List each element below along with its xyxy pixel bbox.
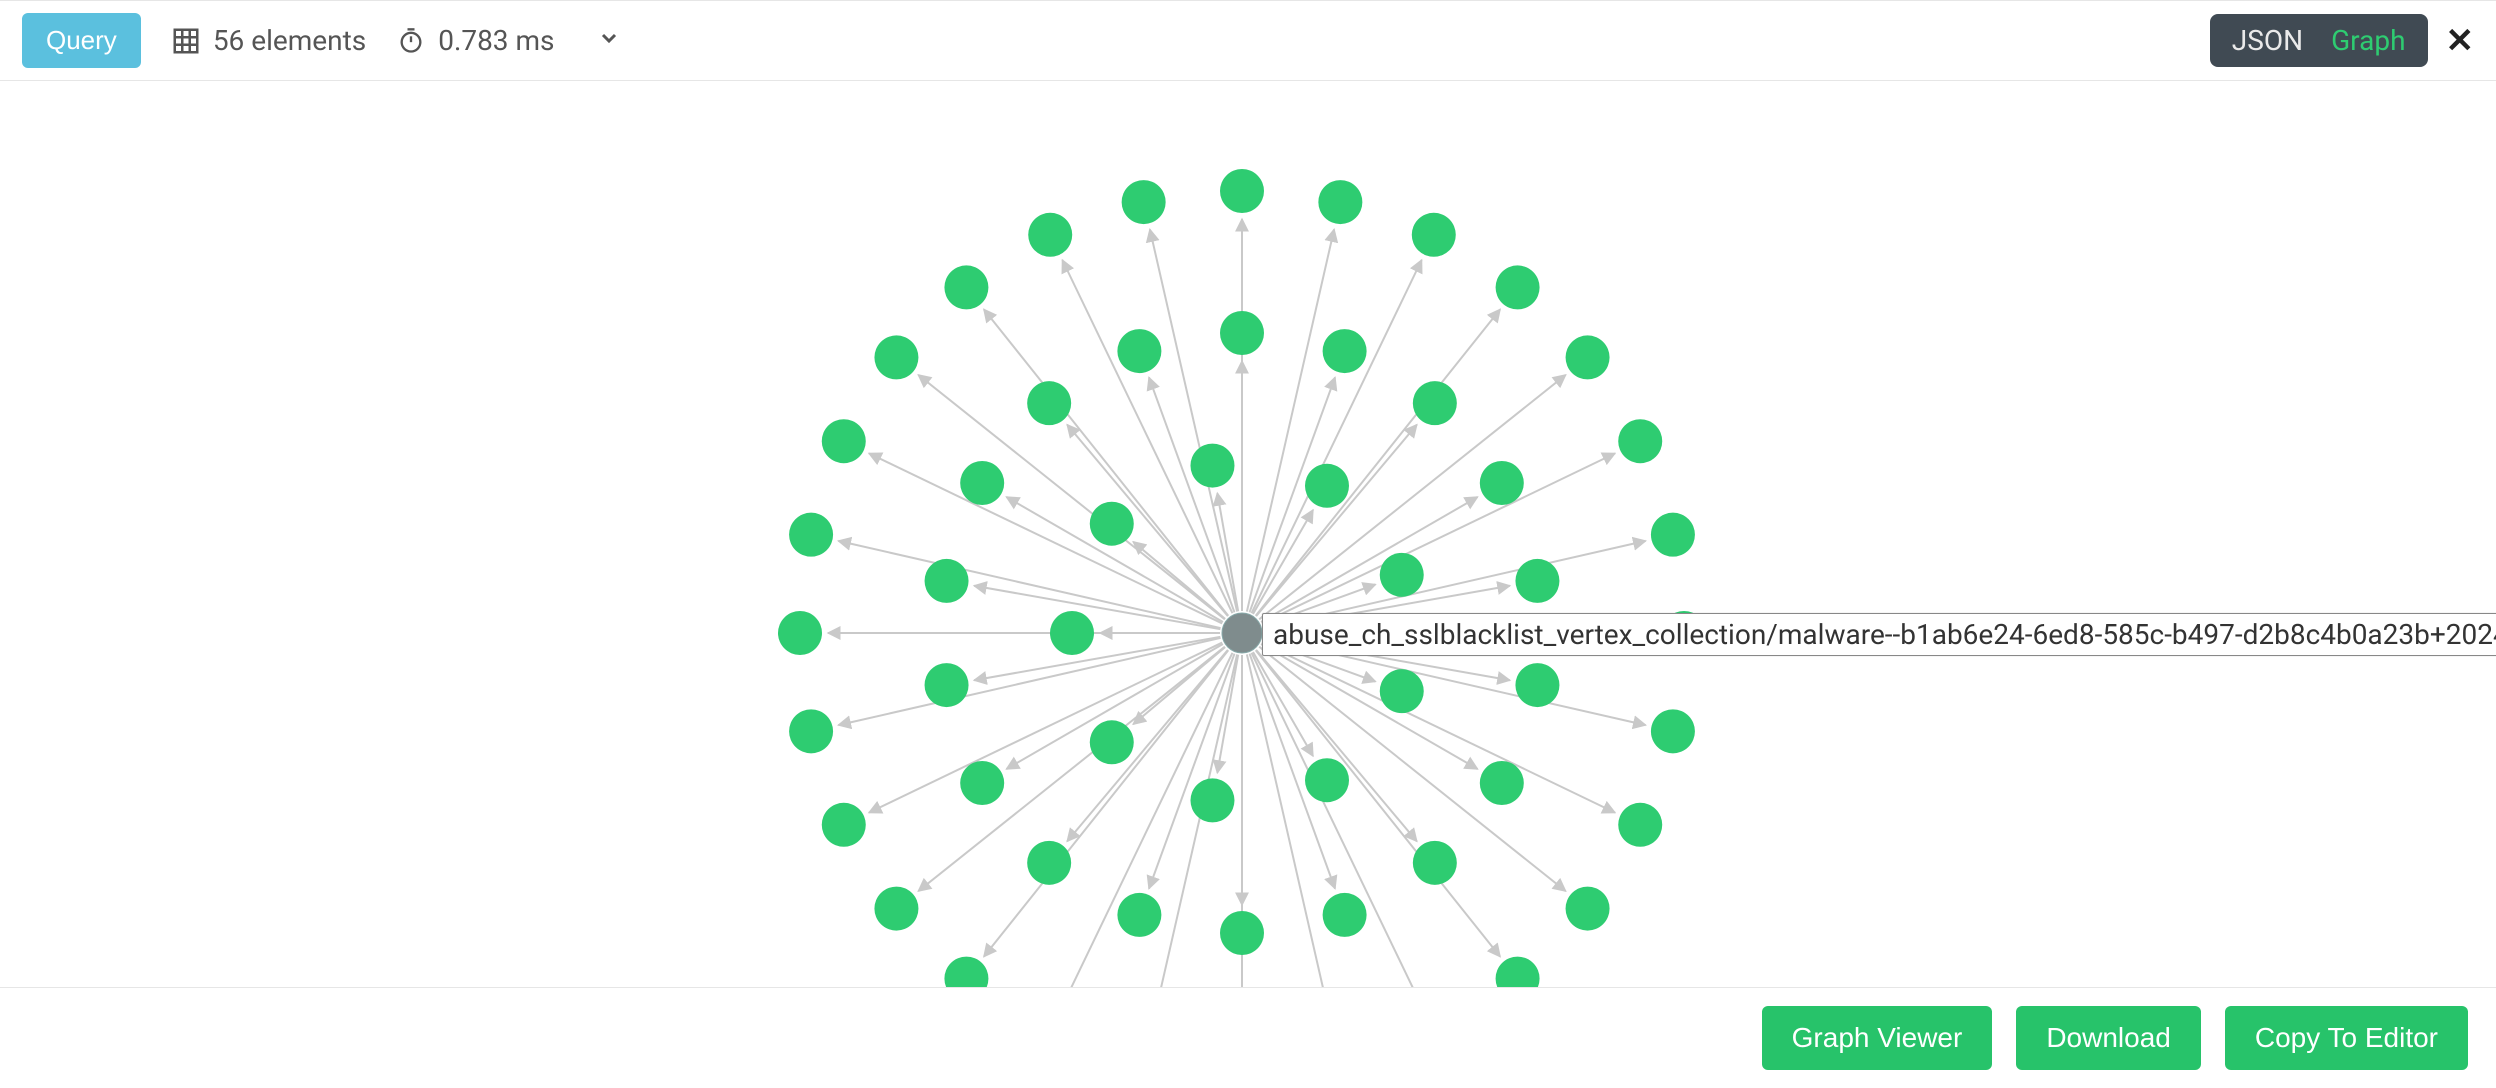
copy-to-editor-button[interactable]: Copy To Editor xyxy=(2225,1006,2468,1070)
graph-node[interactable] xyxy=(1496,957,1540,987)
graph-edge xyxy=(974,586,1220,629)
graph-node[interactable] xyxy=(1305,464,1349,508)
elements-count: 56 elements xyxy=(171,24,366,57)
graph-node[interactable] xyxy=(1027,381,1071,425)
graph-node[interactable] xyxy=(789,709,833,753)
graph-canvas[interactable]: abuse_ch_sslblacklist_vertex_collection/… xyxy=(0,81,2496,987)
graph-node[interactable] xyxy=(944,957,988,987)
graph-node[interactable] xyxy=(778,611,822,655)
graph-node[interactable] xyxy=(789,513,833,557)
graph-node[interactable] xyxy=(1117,329,1161,373)
graph-node[interactable] xyxy=(1515,663,1559,707)
graph-node[interactable] xyxy=(960,461,1004,505)
graph-node[interactable] xyxy=(960,761,1004,805)
stopwatch-icon xyxy=(396,26,426,56)
graph-edge xyxy=(1256,650,1500,956)
graph-edge xyxy=(1150,229,1237,611)
graph-node[interactable] xyxy=(1027,841,1071,885)
graph-node[interactable] xyxy=(1618,419,1662,463)
graph-node[interactable] xyxy=(1480,761,1524,805)
view-toggle: JSON Graph xyxy=(2210,14,2428,67)
graph-node[interactable] xyxy=(1480,461,1524,505)
graph-node[interactable] xyxy=(1323,893,1367,937)
view-graph-tab[interactable]: Graph xyxy=(2331,24,2405,57)
graph-node[interactable] xyxy=(1618,803,1662,847)
view-json-tab[interactable]: JSON xyxy=(2232,24,2303,57)
results-toolbar: Query 56 elements 0.783 ms JSON Graph ✕ xyxy=(0,0,2496,81)
graph-edge xyxy=(1247,229,1334,611)
graph-node[interactable] xyxy=(1220,169,1264,213)
graph-node[interactable] xyxy=(1412,213,1456,257)
graph-node[interactable] xyxy=(1566,335,1610,379)
graph-viewer-button[interactable]: Graph Viewer xyxy=(1762,1006,1993,1070)
graph-node[interactable] xyxy=(1380,669,1424,713)
graph-edge xyxy=(1256,309,1500,615)
grid-icon xyxy=(171,26,201,56)
graph-node[interactable] xyxy=(925,559,969,603)
graph-edge xyxy=(838,541,1220,628)
graph-node[interactable] xyxy=(1028,213,1072,257)
graph-node[interactable] xyxy=(1305,758,1349,802)
graph-node[interactable] xyxy=(874,887,918,931)
graph-node[interactable] xyxy=(1651,709,1695,753)
graph-node[interactable] xyxy=(1122,180,1166,224)
node-tooltip: abuse_ch_sslblacklist_vertex_collection/… xyxy=(1262,613,2496,656)
graph-edge xyxy=(1062,260,1232,613)
graph-node[interactable] xyxy=(1413,381,1457,425)
graph-node[interactable] xyxy=(1090,502,1134,546)
graph-node[interactable] xyxy=(1190,444,1234,488)
graph-node[interactable] xyxy=(944,265,988,309)
graph-node[interactable] xyxy=(1220,311,1264,355)
graph-edge xyxy=(838,638,1220,725)
graph-node[interactable] xyxy=(1496,265,1540,309)
graph-node[interactable] xyxy=(822,419,866,463)
graph-node[interactable] xyxy=(1323,329,1367,373)
graph-node[interactable] xyxy=(1190,778,1234,822)
graph-node[interactable] xyxy=(1050,611,1094,655)
close-icon[interactable]: ✕ xyxy=(2446,21,2475,61)
graph-node[interactable] xyxy=(1318,180,1362,224)
graph-node[interactable] xyxy=(1117,893,1161,937)
graph-edge xyxy=(974,637,1220,680)
graph-center-node[interactable] xyxy=(1222,613,1262,653)
graph-node[interactable] xyxy=(1566,887,1610,931)
graph-node[interactable] xyxy=(822,803,866,847)
results-footer: Graph Viewer Download Copy To Editor xyxy=(0,987,2496,1088)
download-button[interactable]: Download xyxy=(2016,1006,2201,1070)
query-timing: 0.783 ms xyxy=(396,24,554,57)
graph-node[interactable] xyxy=(925,663,969,707)
query-timing-text: 0.783 ms xyxy=(438,24,554,57)
graph-node[interactable] xyxy=(1380,553,1424,597)
elements-count-text: 56 elements xyxy=(213,24,366,57)
graph-node[interactable] xyxy=(1090,720,1134,764)
graph-node[interactable] xyxy=(1413,841,1457,885)
graph-node[interactable] xyxy=(1220,911,1264,955)
graph-node[interactable] xyxy=(874,335,918,379)
graph-node[interactable] xyxy=(1651,513,1695,557)
query-button[interactable]: Query xyxy=(22,13,141,68)
more-results-dropdown[interactable] xyxy=(597,26,621,56)
graph-node[interactable] xyxy=(1515,559,1559,603)
